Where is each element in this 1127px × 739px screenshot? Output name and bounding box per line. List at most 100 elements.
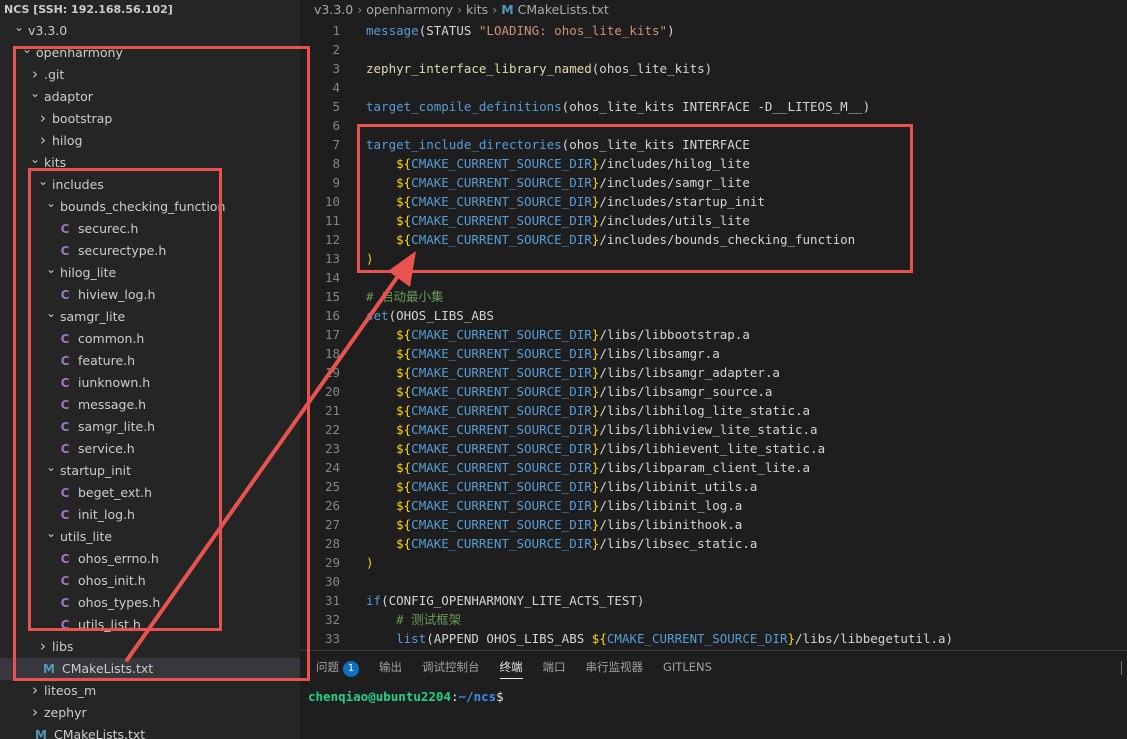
tree-folder[interactable]: ⌄ v3.3.0 [0,20,300,42]
code-token: CMAKE_CURRENT_SOURCE_DIR [411,517,592,532]
line-source: ${CMAKE_CURRENT_SOURCE_DIR}/libs/libsamg… [366,382,772,401]
code-line[interactable]: 19 ${CMAKE_CURRENT_SOURCE_DIR}/libs/libs… [300,363,1127,382]
code-lines[interactable]: 1 message(STATUS "LOADING: ohos_lite_kits… [300,21,1127,648]
code-token: "LOADING: ohos_lite_kits" [478,23,668,38]
line-source: ${CMAKE_CURRENT_SOURCE_DIR}/libs/libsamg… [366,344,720,363]
code-line[interactable]: 17 ${CMAKE_CURRENT_SOURCE_DIR}/libs/libb… [300,325,1127,344]
breadcrumb-item[interactable]: v3.3.0 [314,2,353,17]
code-token: /libs/libhilog_lite_static.a [599,403,811,418]
terminal[interactable]: chenqiao@ubuntu2204:~/ncs$ [308,689,504,704]
code-token: /libs/libinit_log.a [599,498,743,513]
line-source: zephyr_interface_library_named(ohos_lite… [366,59,712,78]
panel-tab-label: 终端 [499,660,523,674]
code-line[interactable]: 18 ${CMAKE_CURRENT_SOURCE_DIR}/libs/libs… [300,344,1127,363]
breadcrumb-item[interactable]: openharmony [366,2,453,17]
code-token: CMAKE_CURRENT_SOURCE_DIR [411,441,592,456]
code-line[interactable]: 31 if(CONFIG_OPENHARMONY_LITE_ACTS_TEST) [300,591,1127,610]
panel-toolbar-edge[interactable] [1121,661,1127,675]
breadcrumb-item[interactable]: CMakeLists.txt [518,2,609,17]
code-token: ) [366,555,374,570]
code-line[interactable]: 28 ${CMAKE_CURRENT_SOURCE_DIR}/libs/libs… [300,534,1127,553]
panel-tab[interactable]: 串行监视器 [586,657,644,679]
tree-folder[interactable]: › zephyr [0,702,300,724]
panel-tab[interactable]: 终端 [499,657,523,679]
terminal-path: ~/ncs [458,689,497,704]
terminal-sep: : [451,689,459,704]
line-source: ${CMAKE_CURRENT_SOURCE_DIR}/libs/libboot… [366,325,750,344]
code-line[interactable]: 32 # 测试框架 [300,610,1127,629]
breadcrumb: v3.3.0 › openharmony › kits › M CMakeLists.txt [314,0,609,20]
code-line[interactable]: 4 [300,78,1127,97]
panel-tab[interactable]: 问题 1 [316,657,359,679]
code-token: ${ [396,365,412,380]
line-source: target_compile_definitions(ohos_lite_kit… [366,97,870,116]
code-token: CMAKE_CURRENT_SOURCE_DIR [411,498,592,513]
code-editor[interactable]: v3.3.0 › openharmony › kits › M CMakeLists.txt … [300,0,1127,650]
code-token: message [366,23,419,38]
code-line[interactable]: 3 zephyr_interface_library_named(ohos_lit… [300,59,1127,78]
line-source: # 测试框架 [366,610,461,629]
code-token: (ohos_lite_kits INTERFACE -D__LITEOS_M__… [561,99,871,114]
code-line[interactable]: 23 ${CMAKE_CURRENT_SOURCE_DIR}/libs/libh… [300,439,1127,458]
code-token: CMAKE_CURRENT_SOURCE_DIR [606,631,788,646]
code-line[interactable]: 1 message(STATUS "LOADING: ohos_lite_kits… [300,21,1127,40]
line-source: ${CMAKE_CURRENT_SOURCE_DIR}/libs/libhilo… [366,401,810,420]
code-line[interactable]: 30 [300,572,1127,591]
code-token: /libs/libinithook.a [599,517,743,532]
tree-folder[interactable]: › liteos_m [0,680,300,702]
code-line[interactable]: 25 ${CMAKE_CURRENT_SOURCE_DIR}/libs/libi… [300,477,1127,496]
code-token: CMAKE_CURRENT_SOURCE_DIR [411,479,592,494]
code-token: /libs/libsamgr.a [599,346,720,361]
code-token: ${ [396,327,412,342]
code-token: CMAKE_CURRENT_SOURCE_DIR [411,460,592,475]
code-token: ${ [396,441,412,456]
code-line[interactable]: 33 list(APPEND OHOS_LIBS_ABS ${CMAKE_CUR… [300,629,1127,648]
code-token: ${ [396,384,412,399]
chevron-down-icon[interactable]: ⌄ [12,20,26,42]
code-line[interactable]: 21 ${CMAKE_CURRENT_SOURCE_DIR}/libs/libh… [300,401,1127,420]
code-line[interactable]: 22 ${CMAKE_CURRENT_SOURCE_DIR}/libs/libh… [300,420,1127,439]
code-token: /libs/libbootstrap.a [599,327,750,342]
highlight-includes [28,168,222,631]
panel-tabs: 问题 1 输出 调试控制台 终端 端口 串行监视器 GITLENS [316,657,732,679]
cmake-file-icon: M [35,728,47,739]
code-token: ${ [396,422,412,437]
tree-file[interactable]: M CMakeLists.txt [0,724,300,739]
code-line[interactable]: 29) [300,553,1127,572]
code-token: (ohos_lite_kits) [591,61,713,76]
line-source: # 启动最小集 [366,287,444,306]
code-line[interactable]: 16 set(OHOS_LIBS_ABS [300,306,1127,325]
panel-tab-label: 调试控制台 [422,660,480,674]
panel-tab[interactable]: 输出 [379,657,402,679]
line-number: 1 [332,23,340,38]
code-line[interactable]: 5 target_compile_definitions(ohos_lite_ki… [300,97,1127,116]
code-line[interactable]: 27 ${CMAKE_CURRENT_SOURCE_DIR}/libs/libi… [300,515,1127,534]
code-line[interactable]: 20 ${CMAKE_CURRENT_SOURCE_DIR}/libs/libs… [300,382,1127,401]
code-token: if [366,593,382,608]
code-token: /libs/libsamgr_adapter.a [599,365,780,380]
code-token: ${ [591,631,607,646]
code-line[interactable]: 15 # 启动最小集 [300,287,1127,306]
code-line[interactable]: 26 ${CMAKE_CURRENT_SOURCE_DIR}/libs/libi… [300,496,1127,515]
panel-tab[interactable]: 调试控制台 [422,657,480,679]
code-token: (CONFIG_OPENHARMONY_LITE_ACTS_TEST) [381,593,645,608]
code-token: } [787,631,796,646]
chevron-right-icon[interactable]: › [28,680,42,702]
code-token: /libs/libhievent_lite_static.a [599,441,826,456]
code-token: set [366,308,389,323]
chevron-right-icon[interactable]: › [28,702,42,724]
line-source: ${CMAKE_CURRENT_SOURCE_DIR}/libs/libinit… [366,477,757,496]
panel-tab[interactable]: 端口 [543,657,566,679]
panel-tab[interactable]: GITLENS [663,657,712,679]
code-line[interactable]: 24 ${CMAKE_CURRENT_SOURCE_DIR}/libs/libp… [300,458,1127,477]
breadcrumb-item[interactable]: kits [466,2,488,17]
code-token: CMAKE_CURRENT_SOURCE_DIR [411,346,592,361]
code-line[interactable]: 2 [300,40,1127,59]
